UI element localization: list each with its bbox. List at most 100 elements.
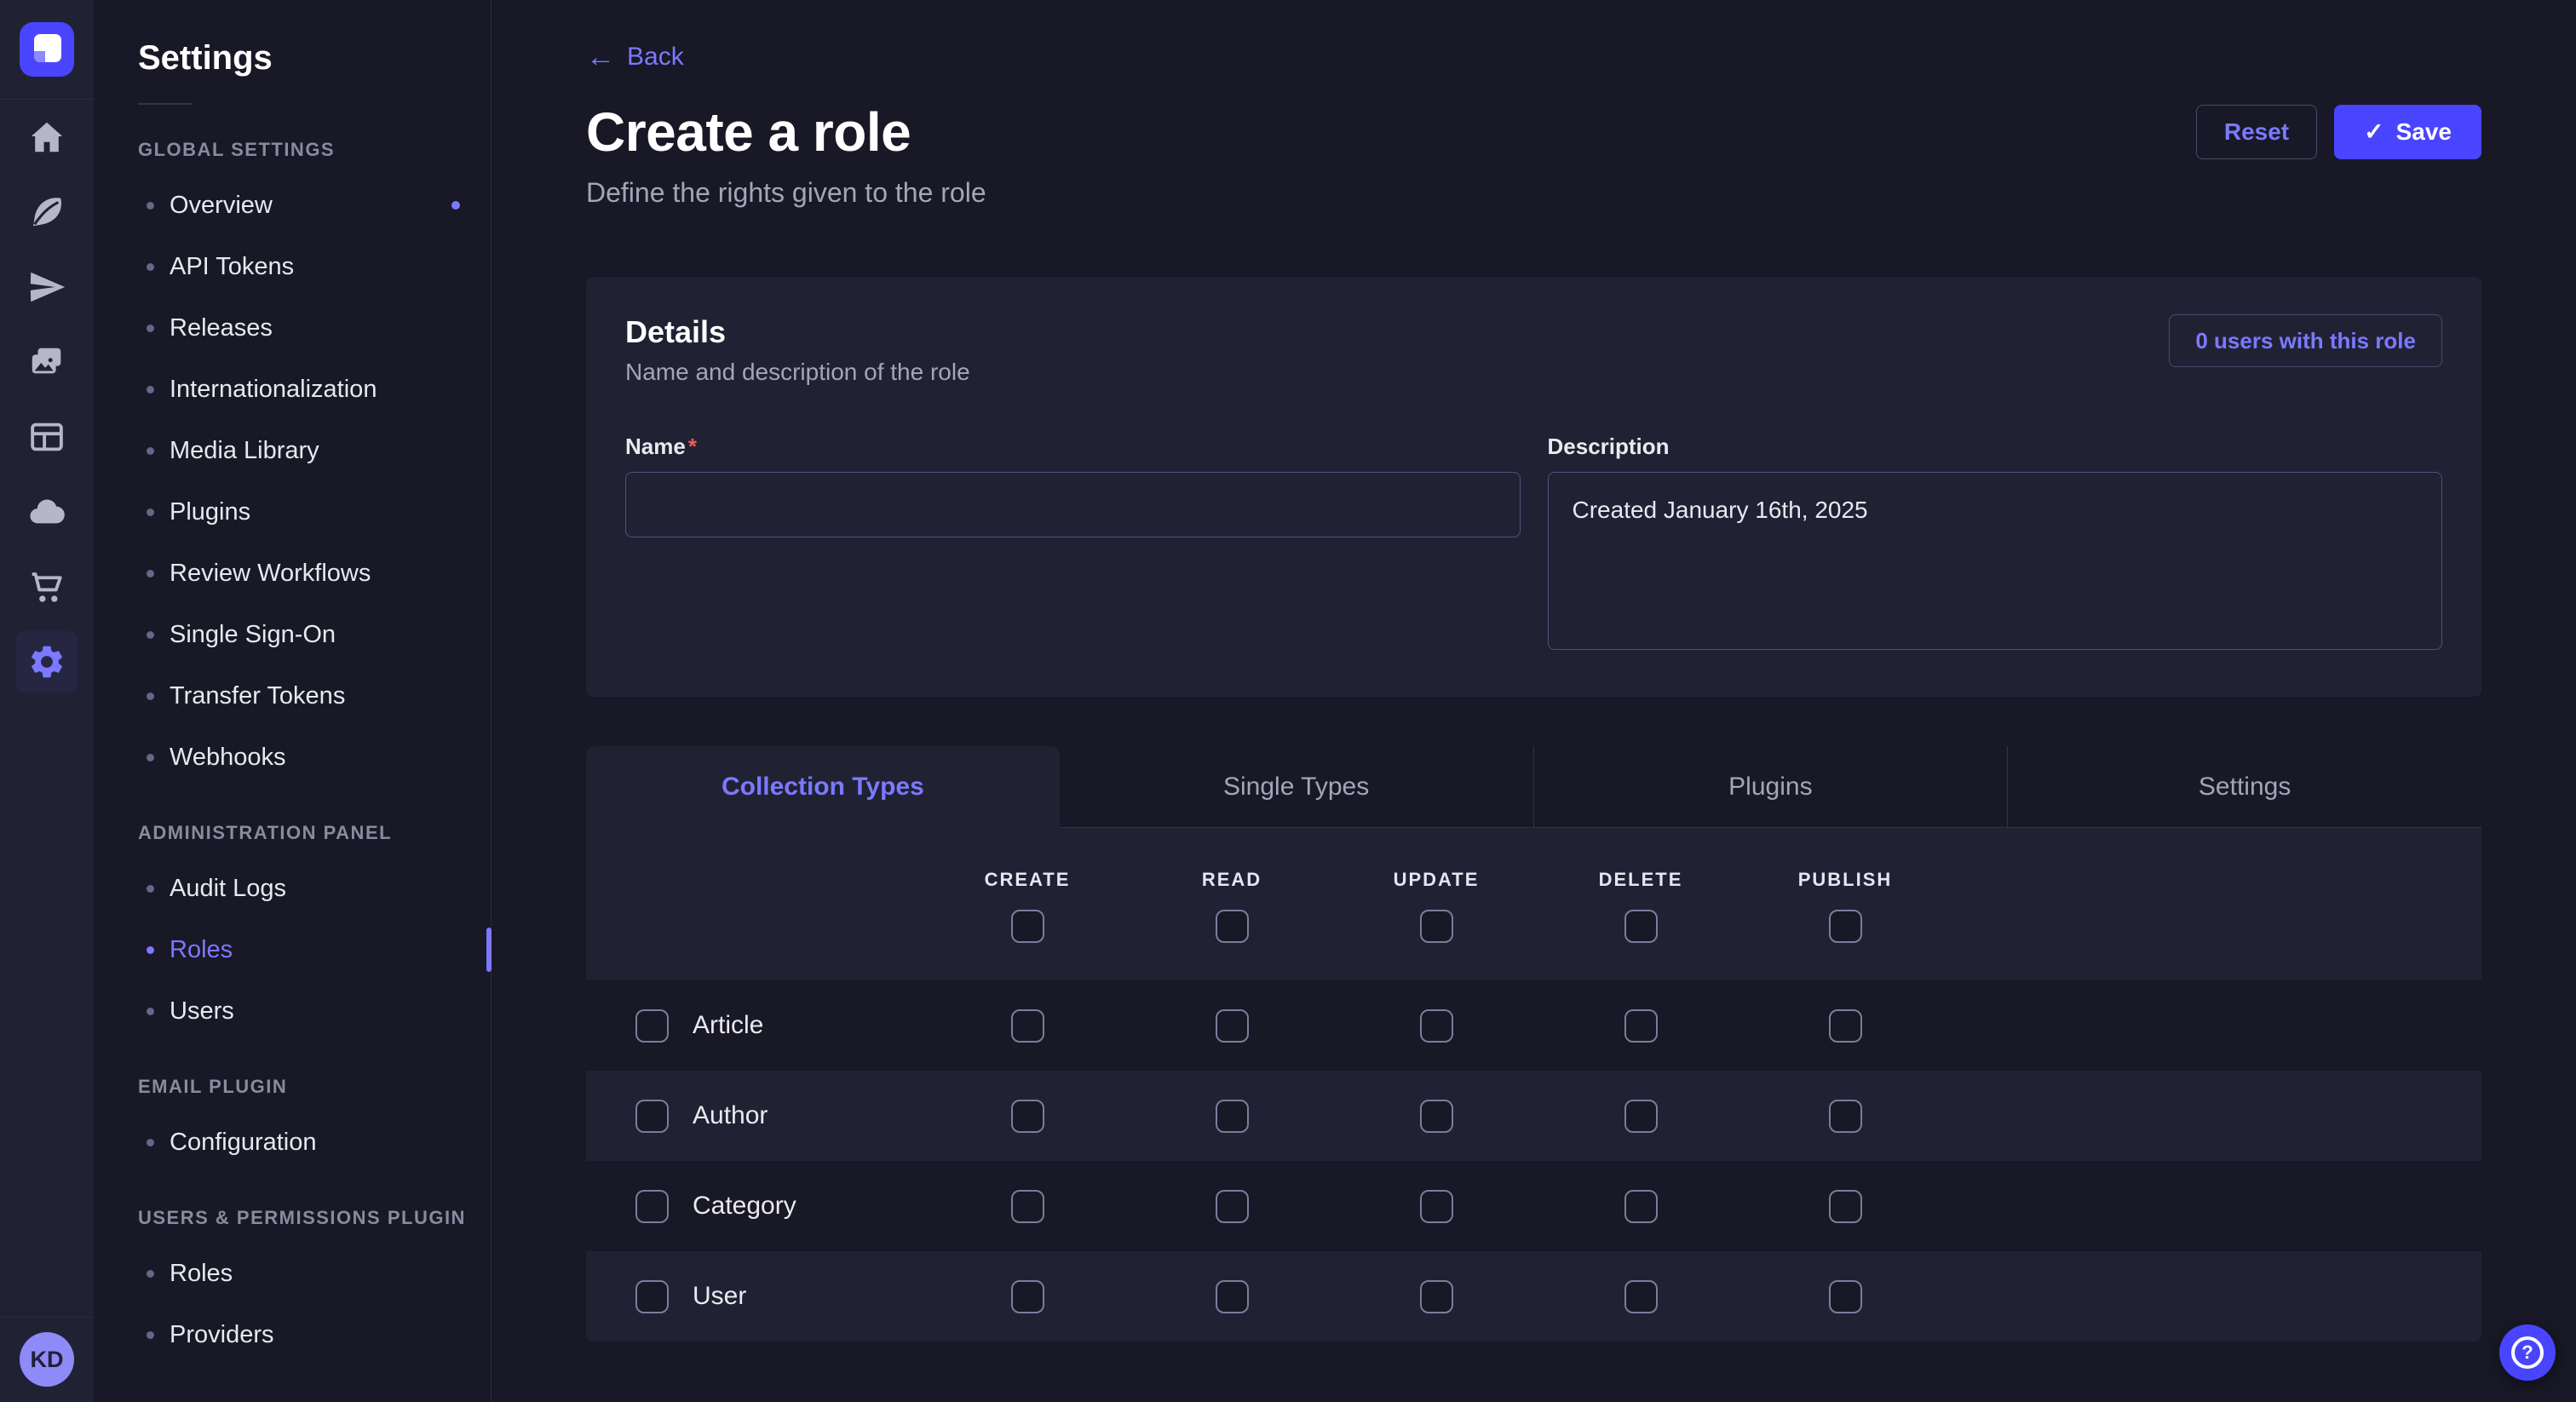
user-delete-checkbox[interactable] [1624, 1280, 1658, 1313]
bullet-icon [147, 946, 154, 954]
nav-settings[interactable] [0, 624, 94, 699]
description-textarea[interactable]: Created January 16th, 2025 [1548, 472, 2443, 650]
images-icon [27, 342, 66, 382]
column-header-read: READ [1130, 869, 1334, 891]
sidebar-item-plugins[interactable]: Plugins [94, 481, 491, 543]
sidebar-item-internationalization[interactable]: Internationalization [94, 359, 491, 420]
tab-plugins[interactable]: Plugins [1533, 746, 2008, 828]
article-update-checkbox[interactable] [1420, 1009, 1453, 1043]
nav-home[interactable] [0, 100, 94, 175]
article-row-checkbox[interactable] [635, 1009, 669, 1043]
bullet-icon [147, 1270, 154, 1278]
details-card-header: Details Name and description of the role… [625, 314, 2442, 386]
paper-plane-icon [27, 267, 66, 307]
section-heading-global-settings: GLOBAL SETTINGS [94, 139, 491, 161]
author-create-checkbox[interactable] [1011, 1100, 1044, 1133]
select-all-create-checkbox[interactable] [1011, 910, 1044, 943]
tab-settings[interactable]: Settings [2007, 746, 2481, 828]
column-header-create: CREATE [925, 869, 1130, 891]
sidebar-item-admin-users[interactable]: Users [94, 980, 491, 1042]
back-link[interactable]: ← Back [586, 43, 684, 72]
user-publish-checkbox[interactable] [1829, 1280, 1862, 1313]
rail-icons [0, 100, 94, 699]
strapi-logo[interactable] [20, 22, 74, 77]
save-button[interactable]: ✓ Save [2334, 105, 2481, 159]
sidebar-item-up-providers[interactable]: Providers [94, 1304, 491, 1365]
article-publish-checkbox[interactable] [1829, 1009, 1862, 1043]
name-field: Name* [625, 434, 1521, 654]
select-all-publish-checkbox[interactable] [1829, 910, 1862, 943]
users-with-role-button[interactable]: 0 users with this role [2169, 314, 2442, 367]
author-read-checkbox[interactable] [1216, 1100, 1249, 1133]
sidebar-item-webhooks[interactable]: Webhooks [94, 727, 491, 788]
name-input[interactable] [625, 472, 1521, 537]
back-arrow-icon: ← [586, 43, 615, 72]
nav-content-type-builder[interactable] [0, 399, 94, 474]
category-publish-checkbox[interactable] [1829, 1190, 1862, 1223]
reset-button[interactable]: Reset [2196, 105, 2317, 159]
select-all-delete-checkbox[interactable] [1624, 910, 1658, 943]
check-icon: ✓ [2364, 120, 2383, 144]
help-button[interactable]: ? [2499, 1324, 2556, 1381]
sidebar-item-media-library[interactable]: Media Library [94, 420, 491, 481]
article-read-checkbox[interactable] [1216, 1009, 1249, 1043]
permissions-tabs: Collection Types Single Types Plugins Se… [586, 746, 2481, 828]
column-header-delete: DELETE [1538, 869, 1743, 891]
sidebar-item-up-roles[interactable]: Roles [94, 1243, 491, 1304]
select-all-update-checkbox[interactable] [1420, 910, 1453, 943]
user-create-checkbox[interactable] [1011, 1280, 1044, 1313]
settings-sidebar: Settings GLOBAL SETTINGS Overview API To… [94, 0, 492, 1402]
user-read-checkbox[interactable] [1216, 1280, 1249, 1313]
article-delete-checkbox[interactable] [1624, 1009, 1658, 1043]
sidebar-item-email-configuration[interactable]: Configuration [94, 1112, 491, 1173]
sidebar-item-audit-logs[interactable]: Audit Logs [94, 858, 491, 919]
bullet-icon [147, 885, 154, 893]
sidebar-title: Settings [94, 39, 491, 78]
category-row-checkbox[interactable] [635, 1190, 669, 1223]
bullet-icon [147, 447, 154, 455]
user-update-checkbox[interactable] [1420, 1280, 1453, 1313]
help-icon: ? [2511, 1336, 2544, 1369]
avatar-initials: KD [31, 1347, 64, 1373]
page-title: Create a role [586, 101, 911, 164]
nav-marketplace[interactable] [0, 549, 94, 624]
author-publish-checkbox[interactable] [1829, 1100, 1862, 1133]
section-global-settings: GLOBAL SETTINGS Overview API Tokens Rele… [94, 139, 491, 788]
category-update-checkbox[interactable] [1420, 1190, 1453, 1223]
row-label: User [693, 1282, 746, 1311]
required-asterisk: * [688, 434, 697, 459]
category-delete-checkbox[interactable] [1624, 1190, 1658, 1223]
author-update-checkbox[interactable] [1420, 1100, 1453, 1133]
select-all-read-checkbox[interactable] [1216, 910, 1249, 943]
feather-icon [27, 192, 66, 232]
category-read-checkbox[interactable] [1216, 1190, 1249, 1223]
sidebar-item-transfer-tokens[interactable]: Transfer Tokens [94, 665, 491, 727]
nav-cloud[interactable] [0, 474, 94, 549]
permission-row-category: Category [586, 1161, 2481, 1251]
sidebar-item-api-tokens[interactable]: API Tokens [94, 236, 491, 297]
user-avatar[interactable]: KD [20, 1332, 74, 1387]
user-row-checkbox[interactable] [635, 1280, 669, 1313]
column-header-update: UPDATE [1334, 869, 1538, 891]
sidebar-item-releases[interactable]: Releases [94, 297, 491, 359]
nav-content-manager[interactable] [0, 175, 94, 250]
tab-single-types[interactable]: Single Types [1060, 746, 1533, 828]
bullet-icon [147, 754, 154, 761]
category-create-checkbox[interactable] [1011, 1190, 1044, 1223]
notification-dot [451, 201, 460, 210]
header-actions: Reset ✓ Save [2196, 105, 2481, 159]
bullet-icon [147, 1139, 154, 1146]
strapi-logo-icon [34, 34, 61, 62]
author-row-checkbox[interactable] [635, 1100, 669, 1133]
nav-media-library[interactable] [0, 325, 94, 399]
sidebar-item-single-sign-on[interactable]: Single Sign-On [94, 604, 491, 665]
sidebar-item-overview[interactable]: Overview [94, 175, 491, 236]
row-label: Article [693, 1011, 763, 1040]
sidebar-item-review-workflows[interactable]: Review Workflows [94, 543, 491, 604]
nav-releases[interactable] [0, 250, 94, 325]
article-create-checkbox[interactable] [1011, 1009, 1044, 1043]
sidebar-item-admin-roles[interactable]: Roles [94, 919, 491, 980]
section-users-permissions-plugin: USERS & PERMISSIONS PLUGIN Roles Provide… [94, 1207, 491, 1365]
tab-collection-types[interactable]: Collection Types [586, 746, 1060, 828]
author-delete-checkbox[interactable] [1624, 1100, 1658, 1133]
